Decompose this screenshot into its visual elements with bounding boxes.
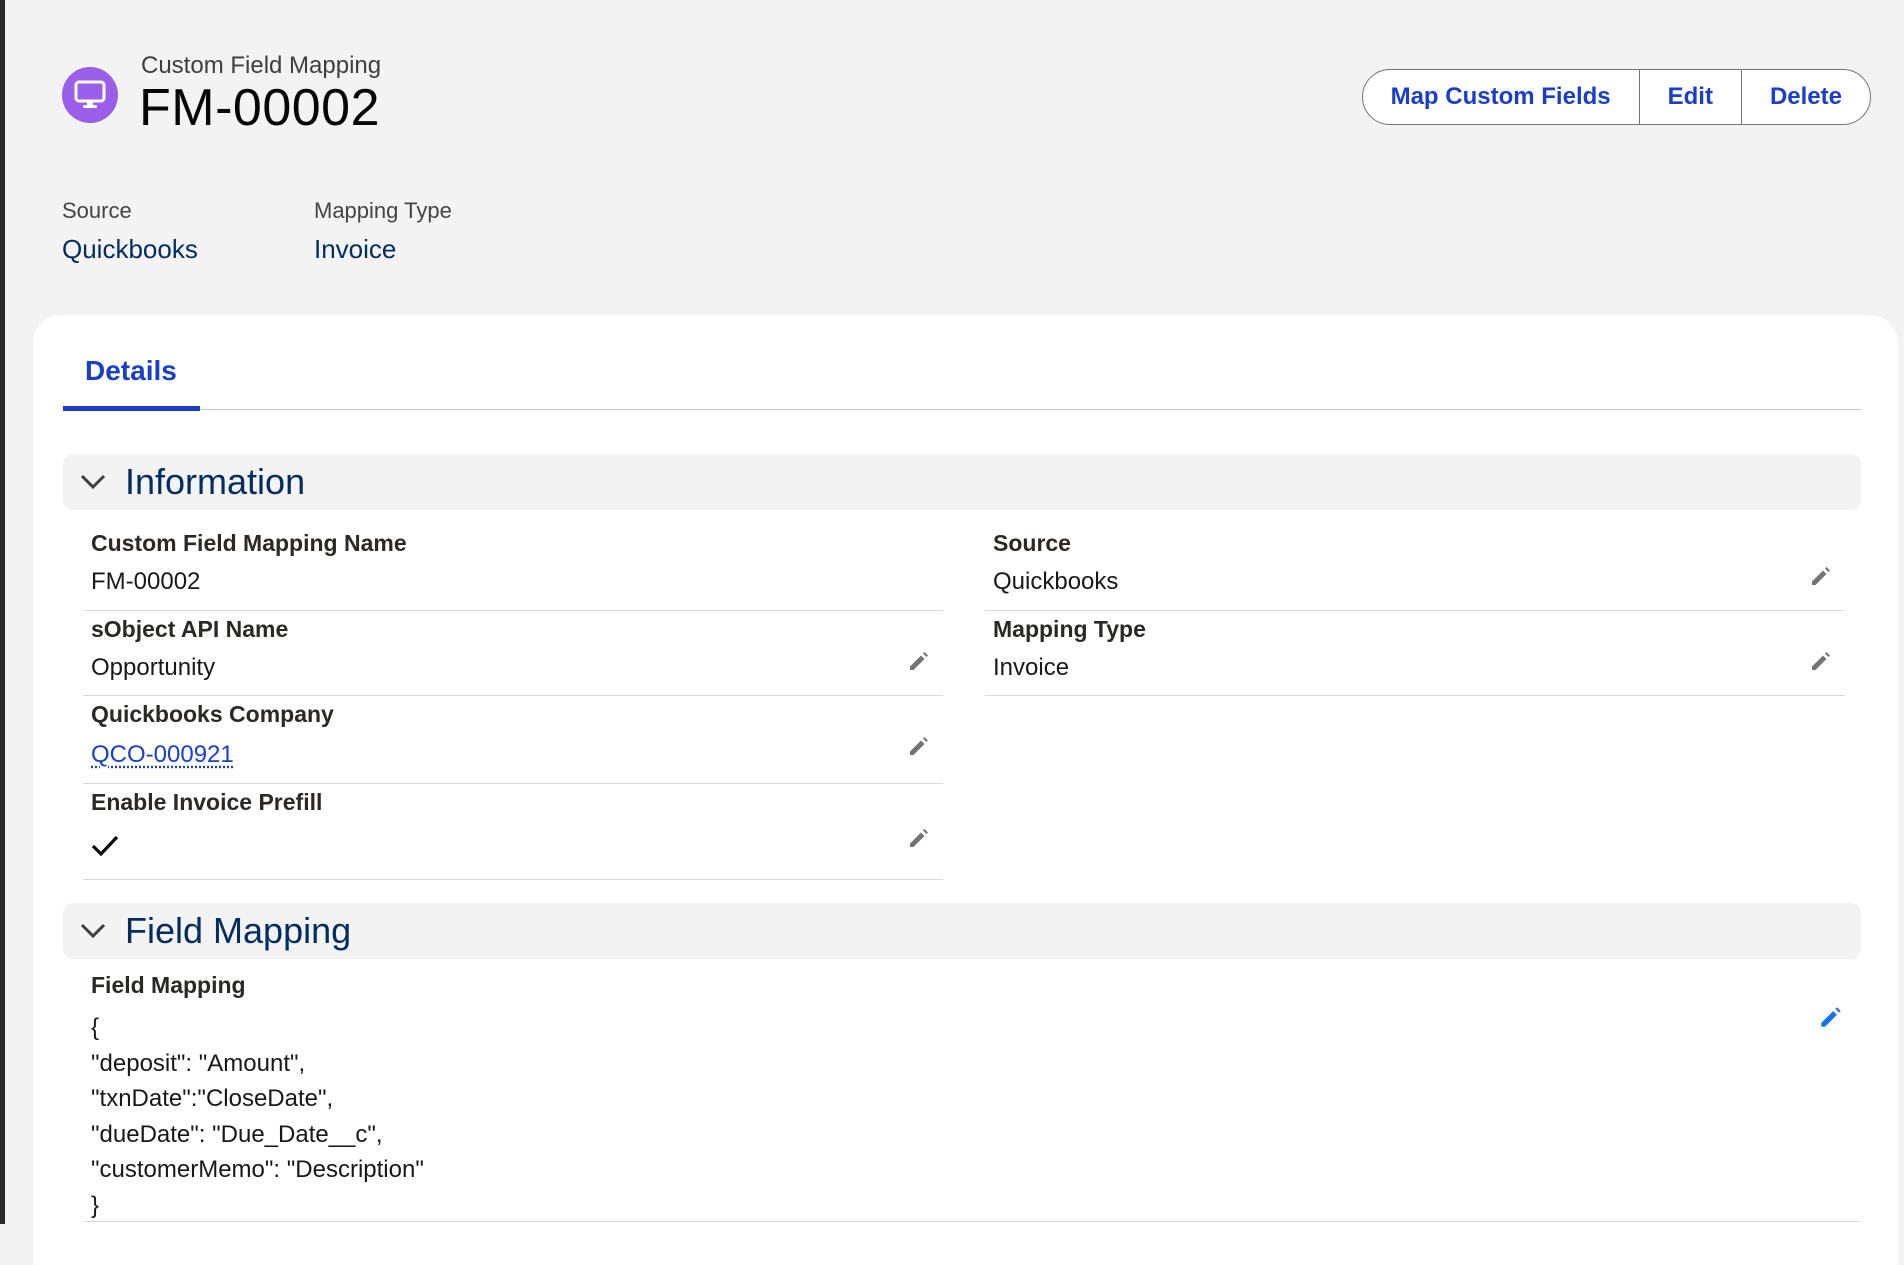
highlight-value: Invoice — [314, 234, 397, 264]
field-label: Source — [993, 530, 1071, 556]
field-quickbooks-company: Quickbooks Company QCO-000921 — [83, 696, 943, 784]
map-custom-fields-button[interactable]: Map Custom Fields — [1363, 70, 1640, 124]
field-value: FM-00002 — [91, 568, 201, 595]
field-label: Enable Invoice Prefill — [91, 789, 323, 815]
json-line: "deposit": "Amount", — [91, 1049, 306, 1077]
active-tab-indicator — [63, 406, 200, 411]
tab-details[interactable]: Details — [63, 355, 200, 411]
details-card: Details Information Custom Field Mapping… — [33, 315, 1898, 1265]
chevron-down-icon[interactable] — [79, 468, 107, 496]
edit-pencil-icon[interactable] — [1817, 1003, 1845, 1031]
highlight-label: Mapping Type — [314, 198, 452, 223]
edit-pencil-icon[interactable] — [1807, 562, 1835, 590]
tab-bar: Details — [63, 315, 1861, 411]
field-label: Mapping Type — [993, 616, 1146, 642]
section-header-information[interactable]: Information — [63, 454, 1861, 510]
field-value: Invoice — [993, 654, 1070, 681]
highlight-mapping-type: Mapping Type Invoice — [314, 198, 452, 265]
json-line: "customerMemo": "Description" — [91, 1156, 424, 1183]
record-header: Custom Field Mapping FM-00002 Map Custom… — [5, 0, 1904, 315]
json-line: "txnDate":"CloseDate", — [91, 1085, 334, 1112]
json-line: } — [91, 1191, 100, 1219]
edit-pencil-icon[interactable] — [905, 824, 933, 852]
chevron-down-icon[interactable] — [79, 917, 107, 945]
section-title: Information — [125, 461, 306, 502]
field-source: Source Quickbooks — [985, 518, 1845, 611]
field-mapping-json: { "deposit": "Amount", "txnDate":"CloseD… — [91, 1010, 424, 1223]
field-value: Opportunity — [91, 654, 216, 681]
field-label: sObject API Name — [91, 616, 289, 642]
json-line: "dueDate": "Due_Date__c", — [91, 1120, 383, 1148]
section-header-field-mapping[interactable]: Field Mapping — [63, 903, 1861, 959]
page-title: FM-00002 — [139, 79, 380, 137]
edit-pencil-icon[interactable] — [1807, 647, 1835, 675]
object-type-label: Custom Field Mapping — [141, 52, 382, 79]
action-button-group: Map Custom Fields Edit Delete — [1361, 69, 1871, 125]
company-link[interactable]: QCO-000921 — [91, 741, 234, 769]
field-sobject-api-name: sObject API Name Opportunity — [83, 611, 943, 696]
tab-label: Details — [85, 355, 177, 386]
field-label: Quickbooks Company — [91, 701, 334, 727]
section-title: Field Mapping — [125, 910, 352, 951]
edit-pencil-icon[interactable] — [905, 647, 933, 675]
edit-button[interactable]: Edit — [1640, 70, 1742, 124]
field-field-mapping: Field Mapping { "deposit": "Amount", "tx… — [83, 967, 1861, 1222]
highlight-source: Source Quickbooks — [62, 198, 198, 265]
checkmark-icon — [91, 834, 119, 863]
field-label: Field Mapping — [91, 972, 246, 998]
field-enable-invoice-prefill: Enable Invoice Prefill — [83, 784, 943, 880]
field-value: Quickbooks — [993, 568, 1119, 595]
highlight-value: Quickbooks — [62, 234, 198, 264]
edit-pencil-icon[interactable] — [905, 732, 933, 760]
monitor-icon — [62, 67, 118, 123]
field-custom-field-mapping-name: Custom Field Mapping Name FM-00002 — [83, 518, 943, 611]
field-mapping-type: Mapping Type Invoice — [985, 611, 1845, 696]
highlight-label: Source — [62, 198, 132, 223]
field-label: Custom Field Mapping Name — [91, 530, 407, 556]
delete-button[interactable]: Delete — [1742, 70, 1870, 124]
json-line: { — [91, 1014, 100, 1041]
